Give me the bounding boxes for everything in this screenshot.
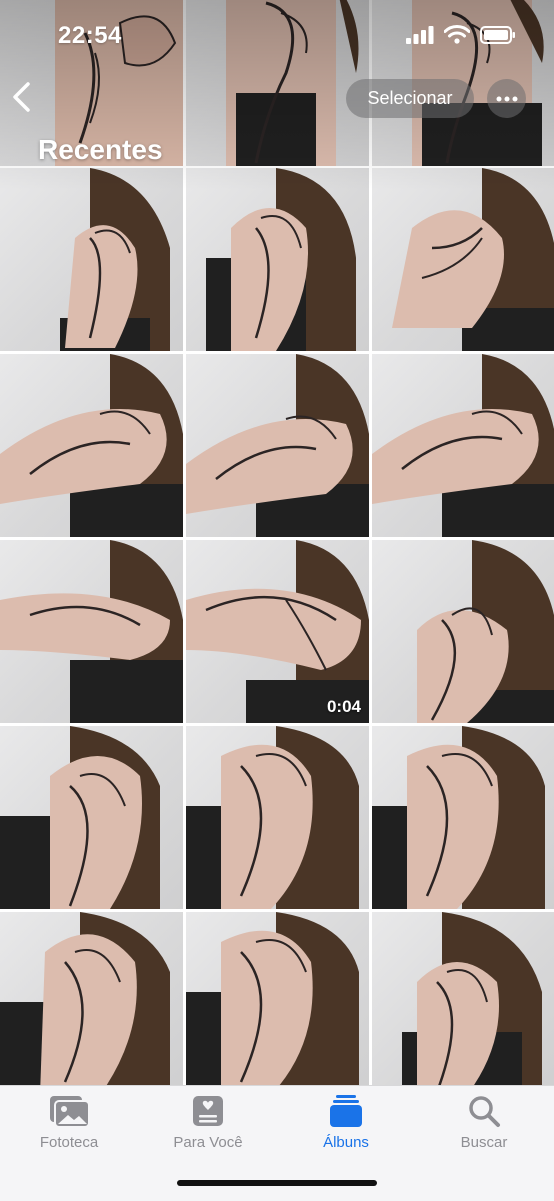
photo-thumbnail[interactable]	[0, 912, 183, 1085]
ellipsis-icon	[496, 96, 517, 101]
status-time: 22:54	[58, 22, 122, 49]
photo-thumbnail[interactable]	[186, 168, 369, 351]
photo-thumbnail[interactable]	[0, 354, 183, 537]
back-button[interactable]	[8, 80, 36, 114]
wifi-icon	[444, 25, 470, 44]
albums-icon	[330, 1095, 362, 1127]
photo-thumbnail[interactable]	[0, 726, 183, 909]
status-icons	[406, 25, 516, 44]
tab-label: Álbuns	[323, 1134, 369, 1151]
battery-icon	[480, 25, 515, 44]
photo-thumbnail[interactable]	[372, 354, 554, 537]
page-title: Recentes	[38, 134, 163, 165]
video-thumbnail[interactable]: 0:04	[186, 540, 369, 723]
photo-thumbnail[interactable]	[0, 540, 183, 723]
video-duration-label: 0:04	[326, 697, 361, 716]
photo-thumbnail[interactable]	[186, 0, 369, 166]
photo-thumbnail[interactable]	[186, 912, 369, 1085]
more-button[interactable]	[487, 79, 526, 118]
for-you-icon	[193, 1096, 223, 1126]
tab-label: Buscar	[460, 1134, 508, 1151]
search-icon	[469, 1096, 500, 1127]
home-indicator	[177, 1180, 377, 1186]
photo-thumbnail[interactable]	[372, 168, 554, 351]
tab-buscar[interactable]: Buscar	[419, 1094, 549, 1151]
photo-thumbnail[interactable]	[186, 354, 369, 537]
photo-thumbnail[interactable]	[372, 912, 554, 1085]
tab-label: Fototeca	[39, 1134, 99, 1151]
signal-icon	[406, 25, 434, 44]
photo-thumbnail[interactable]	[0, 168, 183, 351]
select-button[interactable]: Selecionar	[346, 79, 474, 118]
chevron-left-icon	[13, 82, 30, 112]
tab-para-voce[interactable]: Para Você	[143, 1094, 273, 1151]
photo-thumbnail[interactable]	[372, 726, 554, 909]
tab-label: Para Você	[173, 1134, 243, 1151]
photo-thumbnail[interactable]	[372, 540, 554, 723]
photo-thumbnail[interactable]	[186, 726, 369, 909]
tab-fototeca[interactable]: Fototeca	[4, 1094, 134, 1151]
tab-albuns[interactable]: Álbuns	[281, 1094, 411, 1151]
photo-library-icon	[50, 1096, 90, 1128]
